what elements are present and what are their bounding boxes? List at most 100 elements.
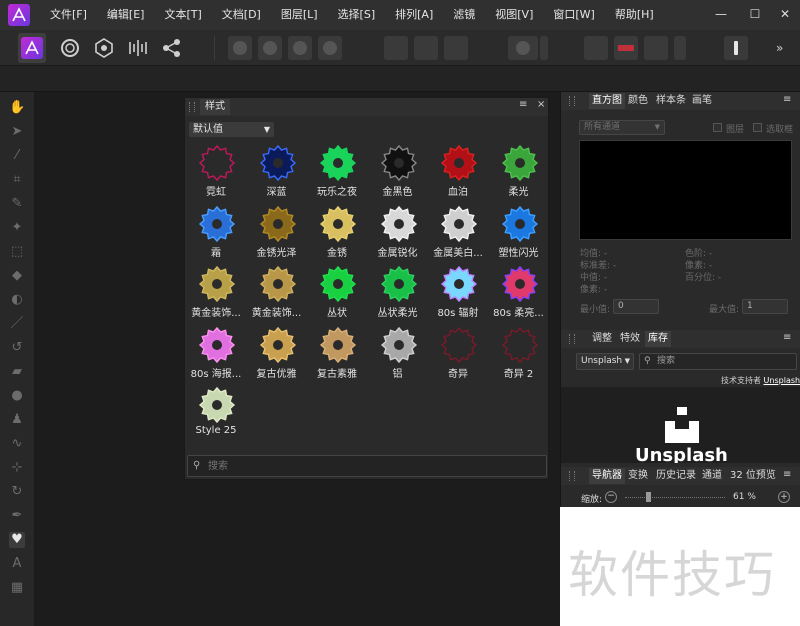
style-thumbnail[interactable]: 塑性闪光: [489, 203, 549, 261]
tab-navigator[interactable]: 导航器: [589, 468, 625, 484]
menu-item-0[interactable]: 文件[F]: [40, 0, 97, 30]
style-thumbnail[interactable]: 金锈: [307, 203, 367, 261]
zoom-tool-icon[interactable]: ▦: [9, 580, 25, 596]
tab-brushes[interactable]: 画笔: [689, 93, 715, 109]
auto-levels-icon[interactable]: [228, 36, 252, 60]
flood-select-tool-icon[interactable]: ✦: [9, 220, 25, 236]
style-thumbnail[interactable]: 丛状柔光: [368, 263, 428, 321]
panel-menu-icon[interactable]: ≡: [783, 332, 791, 343]
zoom-slider-handle[interactable]: [646, 492, 651, 502]
menu-item-1[interactable]: 编辑[E]: [97, 0, 155, 30]
gradient-tool-icon[interactable]: ◐: [9, 292, 25, 308]
style-thumbnail[interactable]: 黄金装饰...: [186, 263, 246, 321]
liquify-persona-icon[interactable]: [58, 36, 82, 60]
style-thumbnail[interactable]: 金属锐化: [368, 203, 428, 261]
style-thumbnail[interactable]: 丛状: [307, 263, 367, 321]
view-tool-icon[interactable]: ✋: [9, 100, 25, 116]
quick-mask-icon[interactable]: [508, 36, 538, 60]
crop-tool-icon[interactable]: ⌗: [9, 172, 25, 188]
close-window-button[interactable]: ✕: [770, 0, 800, 30]
unsplash-link[interactable]: Unsplash: [764, 376, 800, 385]
paint-brush-tool-icon[interactable]: ／: [9, 316, 25, 332]
quick-mask-dropdown-icon[interactable]: [540, 36, 548, 60]
menu-item-5[interactable]: 选择[S]: [328, 0, 386, 30]
style-thumbnail[interactable]: 复古素雅: [307, 324, 367, 382]
menu-item-7[interactable]: 滤镜: [443, 0, 485, 30]
tab-swatches[interactable]: 样本条: [653, 93, 689, 109]
affinity-photo-logo-icon[interactable]: [8, 4, 30, 26]
stock-search-box[interactable]: ⚲ 搜索: [639, 353, 797, 370]
menu-item-8[interactable]: 视图[V]: [485, 0, 543, 30]
tab-histogram[interactable]: 直方图: [589, 93, 625, 109]
marquee-tool-icon[interactable]: ⬚: [9, 244, 25, 260]
snapping-icon[interactable]: [584, 36, 608, 60]
menu-item-3[interactable]: 文档[D]: [212, 0, 271, 30]
style-thumbnail[interactable]: 80s 柔亮...: [489, 263, 549, 321]
layer-checkbox[interactable]: [713, 123, 722, 132]
pen-tool-icon[interactable]: ✒: [9, 508, 25, 524]
photo-persona-icon[interactable]: [18, 33, 46, 63]
zoom-slider-track[interactable]: [625, 497, 725, 498]
assistant-dropdown-icon[interactable]: [674, 36, 686, 60]
brush-options-icon[interactable]: [724, 36, 748, 60]
tab-history[interactable]: 历史记录: [653, 468, 699, 484]
style-thumbnail[interactable]: 奇异: [428, 324, 488, 382]
dodge-tool-icon[interactable]: ↺: [9, 340, 25, 356]
panel-grip-icon[interactable]: [569, 96, 575, 106]
text-tool-icon[interactable]: A: [9, 556, 25, 572]
menu-item-2[interactable]: 文本[T]: [154, 0, 211, 30]
panel-menu-icon[interactable]: ≡: [783, 469, 791, 480]
zoom-value[interactable]: 61 %: [733, 492, 756, 502]
zoom-out-icon[interactable]: −: [605, 491, 617, 503]
tab-stock[interactable]: 库存: [645, 331, 671, 347]
style-thumbnail[interactable]: 金锈光泽: [247, 203, 307, 261]
maximize-button[interactable]: ☐: [740, 0, 770, 30]
mesh-warp-tool-icon[interactable]: ↻: [9, 484, 25, 500]
style-thumbnail[interactable]: 奇异 2: [489, 324, 549, 382]
color-picker-tool-icon[interactable]: ⁄: [9, 148, 25, 164]
invert-selection-icon[interactable]: [444, 36, 468, 60]
styles-search-box[interactable]: ⚲: [187, 455, 547, 477]
min-value-field[interactable]: 0: [613, 299, 659, 314]
panel-grip-icon[interactable]: [189, 102, 195, 112]
styles-search-input[interactable]: [208, 458, 528, 474]
style-thumbnail[interactable]: 深蓝: [247, 142, 307, 200]
move-tool-icon[interactable]: ➤: [9, 124, 25, 140]
menu-item-6[interactable]: 排列[A]: [385, 0, 443, 30]
tab-transform[interactable]: 变换: [625, 468, 651, 484]
style-thumbnail[interactable]: 80s 辐射: [428, 263, 488, 321]
develop-persona-icon[interactable]: [92, 36, 116, 60]
style-thumbnail[interactable]: 黄金装饰...: [247, 263, 307, 321]
styles-category-select[interactable]: 默认值 ▼: [189, 122, 274, 137]
tab-effects[interactable]: 特效: [617, 331, 643, 347]
style-thumbnail[interactable]: 玩乐之夜: [307, 142, 367, 200]
force-pixel-icon[interactable]: [644, 36, 668, 60]
red-eye-tool-icon[interactable]: ⊹: [9, 460, 25, 476]
tab-adjustments[interactable]: 调整: [589, 331, 615, 347]
panel-grip-icon[interactable]: [569, 334, 575, 344]
tab-channels[interactable]: 通道: [699, 468, 725, 484]
deselect-icon[interactable]: [414, 36, 438, 60]
channel-select[interactable]: 所有通道 ▼: [579, 120, 665, 135]
style-thumbnail[interactable]: 复古优雅: [247, 324, 307, 382]
panel-grip-icon[interactable]: [569, 471, 575, 481]
panel-menu-icon[interactable]: ≡: [519, 99, 527, 110]
selection-brush-tool-icon[interactable]: ✎: [9, 196, 25, 212]
inpainting-tool-icon[interactable]: ∿: [9, 436, 25, 452]
styles-tool-heart-icon[interactable]: ♥: [9, 532, 25, 548]
menu-item-10[interactable]: 帮助[H]: [605, 0, 664, 30]
style-thumbnail[interactable]: Style 25: [186, 384, 246, 442]
tab-color[interactable]: 颜色: [625, 93, 651, 109]
style-thumbnail[interactable]: 霜: [186, 203, 246, 261]
style-thumbnail[interactable]: 血泊: [428, 142, 488, 200]
select-all-icon[interactable]: [384, 36, 408, 60]
auto-white-balance-icon[interactable]: [318, 36, 342, 60]
export-persona-icon[interactable]: [160, 36, 184, 60]
blur-tool-icon[interactable]: ●: [9, 388, 25, 404]
tone-mapping-persona-icon[interactable]: [126, 36, 150, 60]
max-value-field[interactable]: 1: [742, 299, 788, 314]
menu-item-9[interactable]: 窗口[W]: [543, 0, 604, 30]
auto-colors-icon[interactable]: [288, 36, 312, 60]
flood-fill-tool-icon[interactable]: ◆: [9, 268, 25, 284]
zoom-in-icon[interactable]: +: [778, 491, 790, 503]
